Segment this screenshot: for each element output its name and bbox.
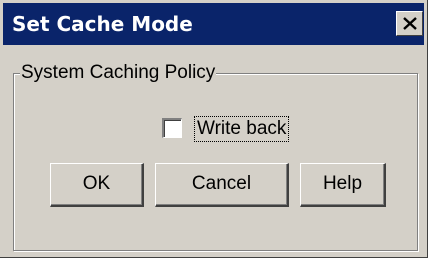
write-back-checkbox[interactable]: [162, 118, 182, 138]
groupbox-label: System Caching Policy: [20, 62, 217, 84]
dialog-title: Set Cache Mode: [12, 12, 193, 36]
cancel-button[interactable]: Cancel: [155, 163, 289, 207]
write-back-label[interactable]: Write back: [194, 116, 290, 142]
close-button[interactable]: [396, 11, 423, 36]
help-button[interactable]: Help: [300, 163, 386, 207]
close-x-icon: [403, 17, 417, 30]
caching-policy-groupbox: [13, 73, 418, 251]
title-bar[interactable]: Set Cache Mode: [3, 3, 424, 45]
ok-button[interactable]: OK: [50, 163, 144, 207]
